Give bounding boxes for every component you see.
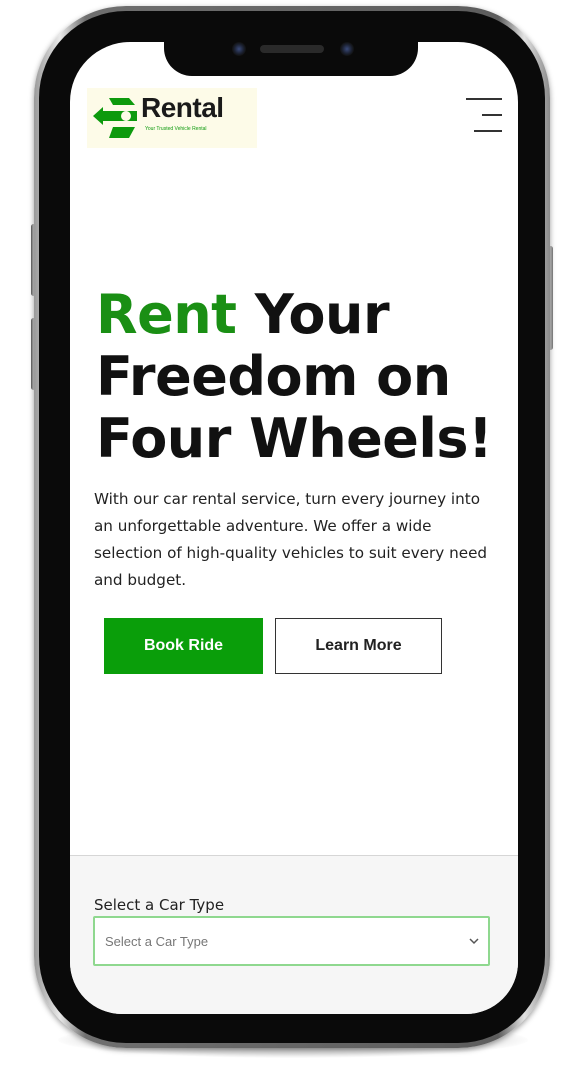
mockup-stage: Rental Your Trusted Vehicle Rental Rent … — [0, 0, 586, 1080]
car-logo-icon — [93, 98, 137, 138]
brand-logo[interactable]: Rental Your Trusted Vehicle Rental — [87, 88, 257, 148]
car-type-selected-value: Select a Car Type — [105, 934, 209, 949]
brand-tagline: Your Trusted Vehicle Rental — [145, 126, 207, 132]
earpiece-speaker — [260, 45, 324, 53]
brand-name: Rental — [141, 92, 224, 123]
hero-title-accent: Rent — [96, 283, 237, 346]
book-ride-button[interactable]: Book Ride — [104, 618, 263, 674]
booking-form-section: Select a Car Type Select a Car Type — [70, 855, 518, 1014]
learn-more-button[interactable]: Learn More — [275, 618, 442, 674]
phone-screen: Rental Your Trusted Vehicle Rental Rent … — [70, 42, 518, 1014]
sensor-icon — [340, 42, 354, 56]
phone-notch — [164, 26, 418, 76]
menu-line-top — [466, 98, 502, 100]
menu-line-middle — [482, 114, 502, 116]
car-type-label: Select a Car Type — [94, 896, 225, 914]
front-camera-icon — [232, 42, 246, 56]
chevron-down-icon — [469, 938, 479, 945]
hero-title: Rent Your Freedom on Four Wheels! — [96, 284, 496, 470]
car-type-select[interactable]: Select a Car Type — [93, 916, 490, 966]
menu-line-bottom — [474, 130, 502, 132]
hero-description: With our car rental service, turn every … — [94, 490, 488, 589]
hamburger-menu-icon[interactable] — [462, 98, 502, 134]
